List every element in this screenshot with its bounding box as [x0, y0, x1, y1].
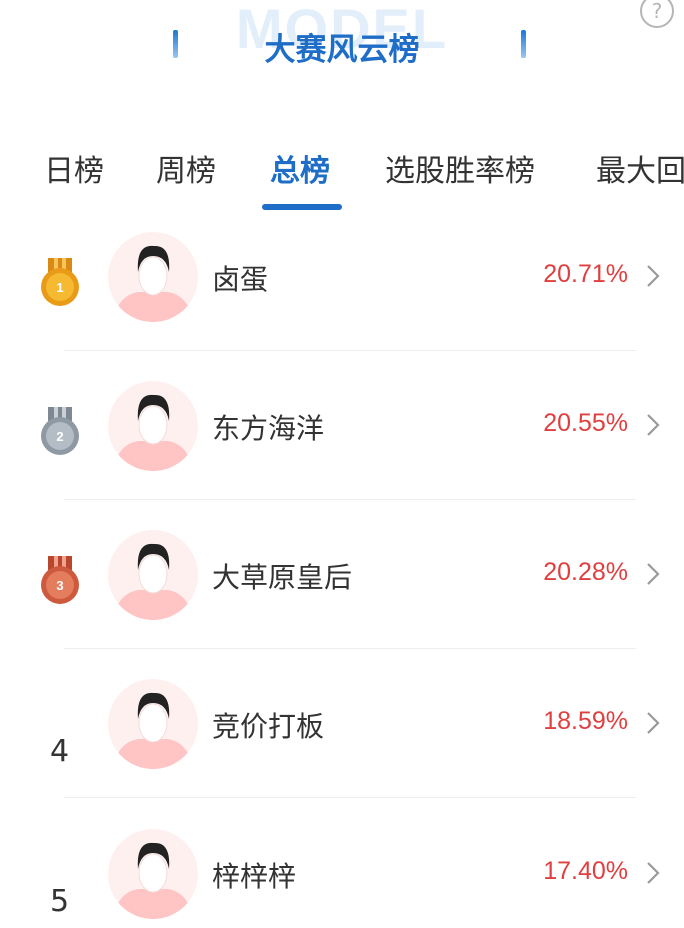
row-divider: [64, 797, 636, 798]
ranking-row[interactable]: 2 东方海洋 20.55%: [0, 381, 684, 531]
silver-medal-icon: 2: [41, 407, 79, 455]
avatar: [108, 829, 198, 919]
tab-max-drawdown[interactable]: 最大回: [596, 146, 684, 190]
row-divider: [64, 499, 636, 500]
title-bar-right: [521, 30, 526, 58]
return-rate: 20.71%: [543, 260, 628, 288]
avatar: [108, 381, 198, 471]
trader-name: 大草原皇后: [212, 561, 353, 594]
trader-name: 梓梓梓: [212, 860, 297, 893]
svg-text:2: 2: [56, 429, 63, 444]
return-rate: 20.28%: [543, 558, 628, 586]
trader-name: 竞价打板: [212, 710, 325, 743]
ranking-row[interactable]: 5 梓梓梓 17.40%: [0, 829, 684, 928]
trader-name: 东方海洋: [212, 412, 325, 445]
chevron-right-icon: [647, 414, 660, 436]
rank-number: 5: [50, 884, 70, 919]
trader-name: 卤蛋: [212, 263, 269, 296]
active-tab-indicator: [262, 204, 342, 210]
chevron-right-icon: [647, 563, 660, 585]
header: MODEL 大赛风云榜 ?: [0, 0, 684, 100]
return-rate: 17.40%: [543, 857, 628, 885]
tab-weekly[interactable]: 周榜: [156, 146, 216, 190]
return-rate: 20.55%: [543, 409, 628, 437]
avatar: [108, 530, 198, 620]
tab-win-rate[interactable]: 选股胜率榜: [385, 146, 535, 190]
tab-daily[interactable]: 日榜: [44, 146, 104, 190]
avatar: [108, 232, 198, 322]
svg-text:1: 1: [56, 280, 63, 295]
chevron-right-icon: [647, 712, 660, 734]
row-divider: [64, 648, 636, 649]
chevron-right-icon: [647, 265, 660, 287]
rank-number: 4: [50, 734, 70, 769]
row-divider: [64, 350, 636, 351]
bronze-medal-icon: 3: [41, 556, 79, 604]
ranking-row[interactable]: 4 竞价打板 18.59%: [0, 679, 684, 829]
ranking-row[interactable]: 1 卤蛋 20.71%: [0, 232, 684, 382]
tab-overall[interactable]: 总榜: [270, 146, 330, 190]
avatar: [108, 679, 198, 769]
ranking-row[interactable]: 3 大草原皇后 20.28%: [0, 530, 684, 680]
page-title: 大赛风云榜: [264, 32, 420, 68]
return-rate: 18.59%: [543, 707, 628, 735]
gold-medal-icon: 1: [41, 258, 79, 306]
svg-text:3: 3: [56, 578, 63, 593]
chevron-right-icon: [647, 862, 660, 884]
tab-bar: 日榜 周榜 总榜 选股胜率榜 最大回: [0, 140, 684, 220]
